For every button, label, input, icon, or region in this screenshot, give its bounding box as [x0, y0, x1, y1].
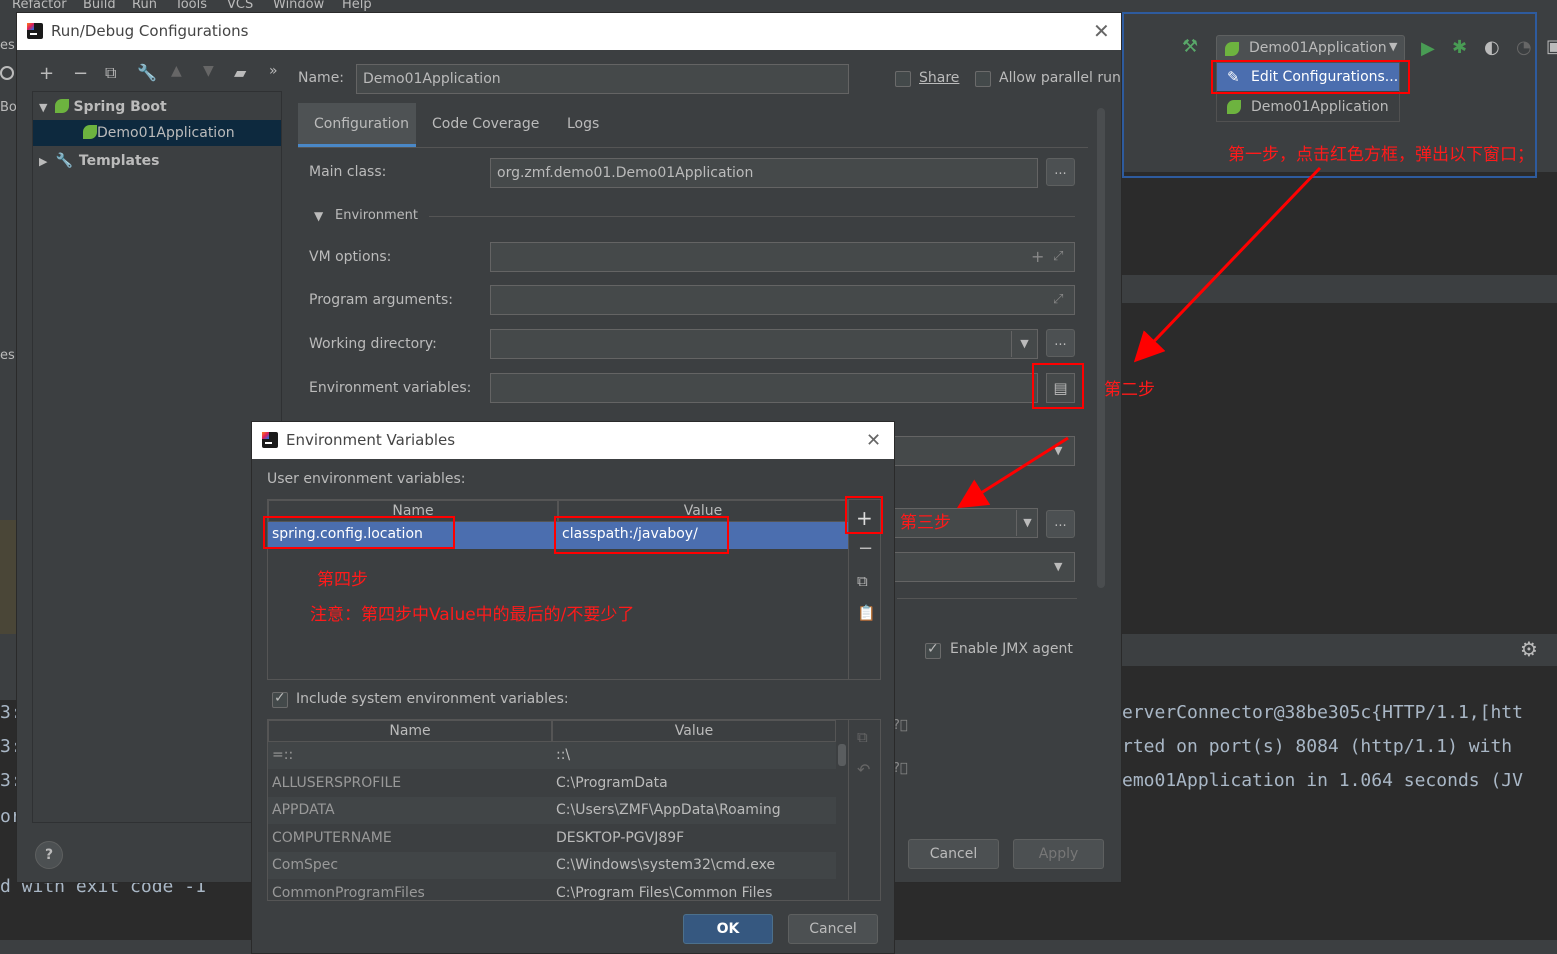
arrow-step1 — [1133, 166, 1322, 363]
annotation-arrows — [956, 166, 1322, 509]
arrow-step2 — [956, 436, 1069, 509]
